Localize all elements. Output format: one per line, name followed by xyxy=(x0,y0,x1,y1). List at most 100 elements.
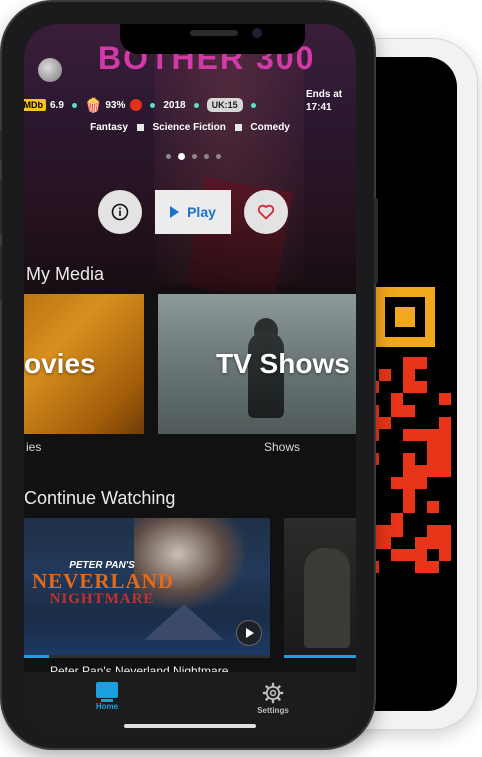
qr-module xyxy=(415,549,427,561)
continue-item[interactable]: PETER PAN'S NEVERLAND NIGHTMARE xyxy=(24,518,270,658)
genre-item: Science Fiction xyxy=(152,122,226,133)
qr-module xyxy=(403,429,415,441)
tab-label: Home xyxy=(95,702,119,711)
section-title-continue-watching: Continue Watching xyxy=(24,488,176,508)
separator-dot xyxy=(193,102,199,108)
notch xyxy=(120,24,305,54)
qr-module xyxy=(439,429,451,441)
genre-separator xyxy=(136,123,144,131)
qr-module xyxy=(439,537,451,549)
qr-module xyxy=(427,441,439,453)
play-button[interactable]: Play xyxy=(155,190,231,234)
qr-module xyxy=(403,489,415,501)
tile-label: TV Shows xyxy=(216,348,350,379)
pager-dot[interactable] xyxy=(204,154,209,159)
pager-dot[interactable] xyxy=(216,154,221,159)
qr-module xyxy=(379,369,391,381)
qr-module xyxy=(391,393,403,405)
tomato-icon xyxy=(130,99,143,111)
info-icon xyxy=(111,203,129,221)
separator-dot xyxy=(150,102,156,108)
title-logo: PETER PAN'S NEVERLAND NIGHTMARE xyxy=(32,560,175,607)
qr-module xyxy=(403,369,415,381)
qr-module xyxy=(427,453,439,465)
qr-module xyxy=(415,561,427,573)
separator-dot xyxy=(71,102,77,108)
qr-module xyxy=(415,429,427,441)
watch-progress-bar xyxy=(284,655,356,658)
hero-banner[interactable]: BOTHER 300 IMDb 6.9 🍿 93% 2018 UK:15 End… xyxy=(24,24,356,292)
qr-module xyxy=(379,525,391,537)
ends-at-label: Ends at xyxy=(306,89,343,100)
heart-icon xyxy=(257,204,275,220)
ends-at-time: 17:41 xyxy=(306,102,332,113)
ends-at: Ends at 17:41 xyxy=(306,88,354,114)
qr-module xyxy=(427,465,439,477)
genre-list: Fantasy Science Fiction Comedy xyxy=(24,122,356,133)
qr-module xyxy=(379,417,391,429)
qr-module xyxy=(403,453,415,465)
qr-module xyxy=(415,537,427,549)
qr-module xyxy=(391,549,403,561)
continue-item[interactable] xyxy=(284,518,356,658)
qr-module xyxy=(439,465,451,477)
qr-module xyxy=(391,513,403,525)
media-tile-tv-shows[interactable]: TV Shows xyxy=(158,294,356,434)
volume-up-button xyxy=(0,180,2,234)
qr-module xyxy=(403,357,415,369)
qr-module xyxy=(427,561,439,573)
pager-dot[interactable] xyxy=(166,154,171,159)
tile-caption: ies xyxy=(26,440,42,454)
qr-module xyxy=(415,381,427,393)
play-label: Play xyxy=(187,204,216,220)
tile-label: ovies xyxy=(24,348,96,379)
qr-module xyxy=(391,525,403,537)
qr-module xyxy=(427,525,439,537)
qr-module xyxy=(439,417,451,429)
gear-icon xyxy=(262,682,284,704)
qr-module xyxy=(439,393,451,405)
play-circle-icon[interactable] xyxy=(236,620,262,646)
volume-down-button xyxy=(0,246,2,300)
info-button[interactable] xyxy=(98,190,142,234)
power-button xyxy=(374,198,378,284)
qr-module xyxy=(415,465,427,477)
qr-module xyxy=(415,477,427,489)
audience-score: 93% xyxy=(105,99,126,111)
qr-module xyxy=(403,381,415,393)
genre-separator xyxy=(234,123,242,131)
genre-item: Comedy xyxy=(250,122,290,133)
imdb-score: 6.9 xyxy=(50,99,64,111)
qr-module xyxy=(439,549,451,561)
qr-module xyxy=(403,501,415,513)
front-phone: BOTHER 300 IMDb 6.9 🍿 93% 2018 UK:15 End… xyxy=(0,2,378,748)
media-tile-movies[interactable]: ovies xyxy=(24,294,144,434)
tile-caption: Shows xyxy=(264,440,301,454)
tv-icon xyxy=(96,682,118,702)
qr-module xyxy=(439,441,451,453)
imdb-icon: IMDb xyxy=(24,99,46,111)
watch-progress-bar xyxy=(24,655,270,658)
favorite-button[interactable] xyxy=(244,190,288,234)
qr-module xyxy=(391,477,403,489)
qr-module xyxy=(427,537,439,549)
hero-pager[interactable] xyxy=(166,153,221,160)
tab-label: Settings xyxy=(257,706,289,715)
qr-module xyxy=(403,477,415,489)
age-rating-badge: UK:15 xyxy=(206,98,243,112)
qr-module xyxy=(427,501,439,513)
qr-module xyxy=(403,405,415,417)
qr-finder-pattern xyxy=(375,287,435,347)
qr-module xyxy=(379,537,391,549)
hero-meta-row: IMDb 6.9 🍿 93% 2018 UK:15 xyxy=(24,94,264,116)
section-title-my-media: My Media xyxy=(26,264,105,284)
mute-switch xyxy=(0,130,2,160)
release-year: 2018 xyxy=(163,99,186,111)
pager-dot-active[interactable] xyxy=(178,153,185,160)
app-screen: BOTHER 300 IMDb 6.9 🍿 93% 2018 UK:15 End… xyxy=(24,24,356,736)
pager-dot[interactable] xyxy=(192,154,197,159)
qr-module xyxy=(403,549,415,561)
microphone-icon xyxy=(38,58,62,82)
home-indicator xyxy=(124,724,256,728)
qr-module xyxy=(439,525,451,537)
